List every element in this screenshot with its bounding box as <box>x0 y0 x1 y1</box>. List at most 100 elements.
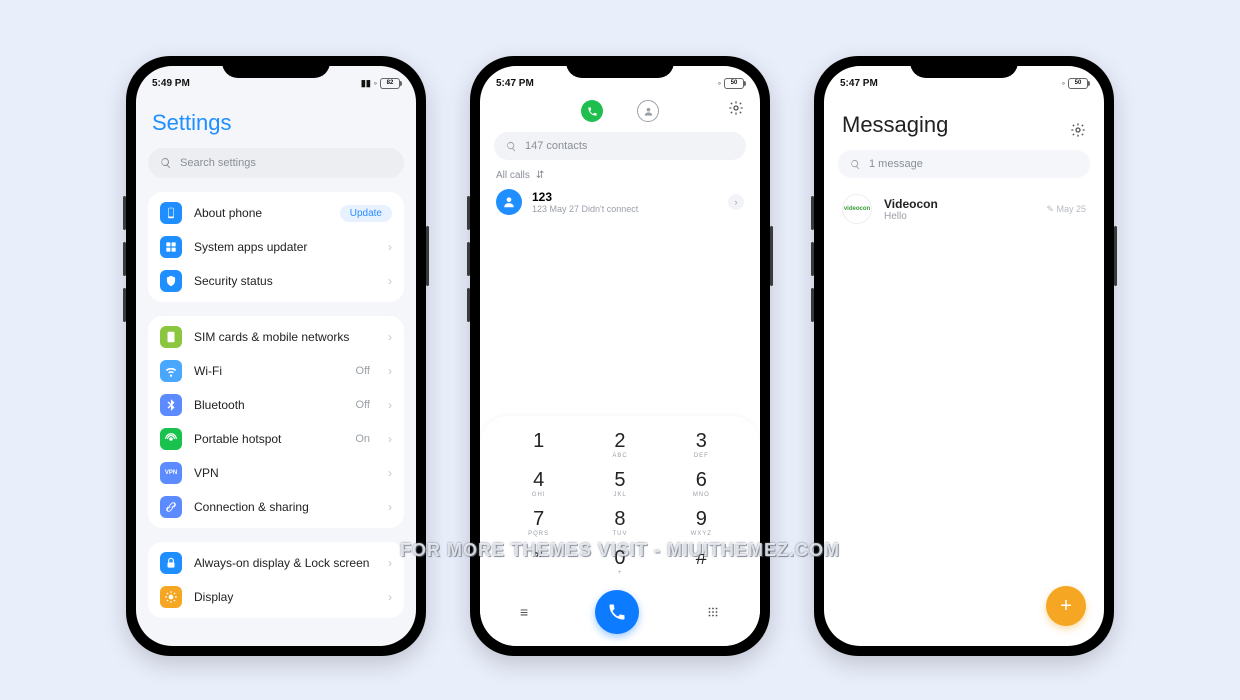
call-filter[interactable]: All calls ⇵ <box>480 170 760 189</box>
dial-button[interactable] <box>595 590 639 634</box>
search-input[interactable]: Search settings <box>148 148 404 178</box>
row-label: Security status <box>194 274 376 288</box>
person-icon <box>643 106 654 117</box>
draft-icon: ✎ <box>1046 204 1054 214</box>
settings-row[interactable]: Connection & sharing › <box>148 490 404 524</box>
search-icon <box>506 141 517 152</box>
gear-icon <box>1070 122 1086 138</box>
avatar: videocon <box>842 194 872 224</box>
notch <box>566 56 674 78</box>
chevron-right-icon: › <box>388 398 392 412</box>
settings-icon[interactable] <box>1070 122 1086 138</box>
search-icon <box>160 157 172 169</box>
phone-settings: 5:49 PM ▮▮ ◦ 82 Settings Search settings… <box>126 56 426 656</box>
dialpad-key-6[interactable]: 6MNO <box>674 469 728 500</box>
row-icon <box>160 428 182 450</box>
plus-icon: + <box>1060 595 1072 618</box>
call-meta: 123 May 27 Didn't connect <box>532 204 718 214</box>
key-letters: DEF <box>674 453 728 461</box>
gear-icon <box>728 100 744 116</box>
key-digit: 1 <box>512 430 566 453</box>
settings-icon[interactable] <box>728 100 744 116</box>
settings-row[interactable]: SIM cards & mobile networks› <box>148 320 404 354</box>
search-placeholder: Search settings <box>180 157 256 169</box>
call-details-button[interactable]: › <box>728 194 744 210</box>
dialpad-key-8[interactable]: 8TUV <box>593 508 647 539</box>
dialpad-key-4[interactable]: 4GHI <box>512 469 566 500</box>
signal-icon: ◦ <box>718 78 721 88</box>
chevron-right-icon: › <box>388 500 392 514</box>
search-placeholder: 147 contacts <box>525 140 587 152</box>
dialpad-key-*[interactable]: * <box>512 547 566 578</box>
settings-row[interactable]: Portable hotspotOn› <box>148 422 404 456</box>
dialpad-key-5[interactable]: 5JKL <box>593 469 647 500</box>
call-log-item[interactable]: 123 123 May 27 Didn't connect › <box>480 189 760 215</box>
settings-row[interactable]: About phone Update <box>148 196 404 230</box>
chevron-right-icon: › <box>388 364 392 378</box>
update-badge: Update <box>340 205 392 222</box>
phone-messaging: 5:47 PM ◦ 50 Messaging 1 message <box>814 56 1114 656</box>
filter-label: All calls <box>496 170 530 181</box>
signal-icon: ◦ <box>1062 78 1065 88</box>
row-label: Display <box>194 590 376 604</box>
key-letters: PQRS <box>512 531 566 539</box>
thread-name: Videocon <box>884 197 1034 211</box>
key-digit: * <box>512 547 566 570</box>
settings-row[interactable]: Always-on display & Lock screen › <box>148 546 404 580</box>
row-label: Always-on display & Lock screen <box>194 556 376 570</box>
row-label: Wi-Fi <box>194 364 344 378</box>
search-placeholder: 1 message <box>869 158 923 170</box>
settings-row[interactable]: System apps updater› <box>148 230 404 264</box>
dialer-tabs <box>480 94 760 132</box>
tab-phone[interactable] <box>581 100 603 122</box>
settings-row[interactable]: BluetoothOff› <box>148 388 404 422</box>
dialpad-key-3[interactable]: 3DEF <box>674 430 728 461</box>
message-thread[interactable]: videocon Videocon Hello ✎ May 25 <box>824 190 1104 228</box>
settings-row[interactable]: Display› <box>148 580 404 614</box>
row-label: Connection & sharing <box>194 500 376 514</box>
key-letters: GHI <box>512 492 566 500</box>
key-digit: 7 <box>512 508 566 531</box>
row-value: On <box>355 433 370 445</box>
row-label: About phone <box>194 206 328 220</box>
person-icon <box>502 195 516 209</box>
dialpad-key-9[interactable]: 9WXYZ <box>674 508 728 539</box>
settings-row[interactable]: VPNVPN› <box>148 456 404 490</box>
phone-dialer: 5:47 PM ◦ 50 <box>470 56 770 656</box>
dialpad-key-#[interactable]: # <box>674 547 728 578</box>
chevron-right-icon: › <box>388 556 392 570</box>
row-label: SIM cards & mobile networks <box>194 330 376 344</box>
row-icon <box>160 496 182 518</box>
notch <box>222 56 330 78</box>
tab-contacts[interactable] <box>637 100 659 122</box>
dialpad: 12ABC3DEF4GHI5JKL6MNO7PQRS8TUV9WXYZ*0+# … <box>480 416 760 646</box>
row-icon <box>160 394 182 416</box>
key-digit: 4 <box>512 469 566 492</box>
menu-icon[interactable]: ≡ <box>520 604 528 620</box>
settings-group-system: About phoneUpdateSystem apps updater›Sec… <box>148 192 404 302</box>
settings-group-display: Always-on display & Lock screen › Display› <box>148 542 404 618</box>
message-search[interactable]: 1 message <box>838 150 1090 178</box>
key-digit: 5 <box>593 469 647 492</box>
dialpad-key-1[interactable]: 1 <box>512 430 566 461</box>
status-time: 5:47 PM <box>840 78 878 89</box>
settings-row[interactable]: Security status› <box>148 264 404 298</box>
chevron-right-icon: › <box>388 240 392 254</box>
compose-button[interactable]: + <box>1046 586 1086 626</box>
dialpad-key-2[interactable]: 2ABC <box>593 430 647 461</box>
row-icon: VPN <box>160 462 182 484</box>
settings-row[interactable]: Wi-FiOff› <box>148 354 404 388</box>
dialpad-key-0[interactable]: 0+ <box>593 547 647 578</box>
key-letters <box>512 453 566 461</box>
status-time: 5:49 PM <box>152 78 190 89</box>
keypad-more-icon[interactable] <box>706 605 720 619</box>
dialpad-key-7[interactable]: 7PQRS <box>512 508 566 539</box>
contacts-search[interactable]: 147 contacts <box>494 132 746 160</box>
key-digit: # <box>674 547 728 570</box>
key-digit: 6 <box>674 469 728 492</box>
page-title: Messaging <box>842 112 948 138</box>
row-label: Bluetooth <box>194 398 344 412</box>
row-icon <box>160 586 182 608</box>
search-icon <box>850 159 861 170</box>
chevron-right-icon: › <box>388 432 392 446</box>
